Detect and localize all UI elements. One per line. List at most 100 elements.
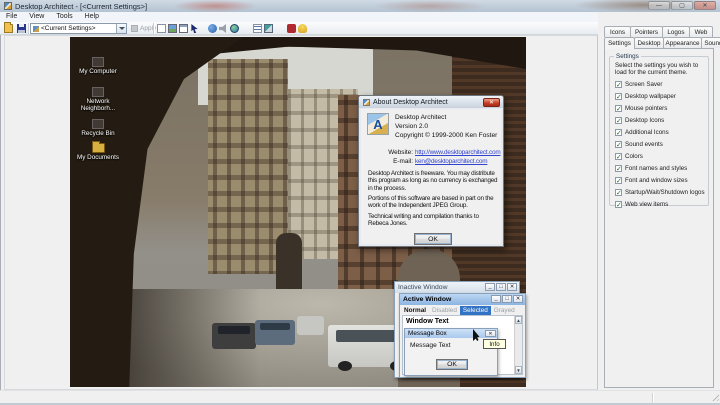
settings-panel: Icons Pointers Logos Web Settings Deskto… — [598, 12, 720, 390]
email-label: E-mail: — [363, 158, 413, 165]
photo-car-dark — [212, 323, 256, 349]
tab-pointers[interactable]: Pointers — [630, 26, 663, 37]
desktop-architect-logo: A — [367, 113, 389, 135]
tab-icons[interactable]: Icons — [604, 26, 631, 37]
theme-combo[interactable]: <Current Settings> — [30, 23, 127, 34]
desktop-icon-my-documents: My Documents — [70, 143, 126, 161]
toolbar-separator — [153, 23, 154, 34]
checkbox-mouse-pointers[interactable]: Mouse pointers — [615, 105, 705, 112]
menu-disabled[interactable]: Disabled — [429, 306, 460, 315]
message-box-ok-button[interactable]: OK — [436, 359, 468, 370]
close-button[interactable]: ✕ — [507, 283, 517, 291]
about-title: About Desktop Architect — [373, 99, 448, 106]
minimize-button[interactable]: _ — [491, 295, 501, 303]
website-label: Website: — [363, 149, 413, 156]
inactive-caption-buttons: _ □ ✕ — [484, 283, 517, 291]
maximize-button[interactable]: ▢ — [671, 1, 693, 10]
checkbox-web-view-items[interactable]: Web view items — [615, 201, 705, 208]
window-icon[interactable] — [179, 24, 188, 33]
window-titlebar[interactable]: Desktop Architect - [<Current Settings>]… — [0, 0, 720, 12]
folder-icon — [92, 143, 105, 153]
website-link[interactable]: http://www.desktoparchitect.com — [415, 149, 500, 156]
open-theme-icon[interactable] — [4, 24, 13, 33]
about-dialog[interactable]: About Desktop Architect ✕ A Desktop Arch… — [358, 95, 504, 247]
save-theme-icon[interactable] — [17, 24, 26, 33]
icons-icon[interactable] — [208, 24, 217, 33]
checkbox-startup-logos[interactable]: Startup/Wait/Shutdown logos — [615, 189, 705, 196]
toolbar-group-extra — [287, 24, 307, 33]
active-titlebar[interactable]: Active Window _ □ ✕ — [400, 294, 525, 305]
menu-help[interactable]: Help — [79, 12, 105, 22]
wallpaper-icon[interactable] — [168, 24, 177, 33]
minimize-button[interactable]: — — [648, 1, 670, 10]
inactive-title-text: Inactive Window — [398, 284, 448, 291]
checkbox-box — [615, 81, 622, 88]
resize-grip[interactable] — [710, 392, 719, 401]
tab-sounds[interactable]: Sounds — [701, 37, 720, 48]
checkbox-box — [615, 153, 622, 160]
message-box-titlebar[interactable]: Message Box — [405, 329, 497, 338]
apply-icon — [131, 25, 138, 32]
web-icon[interactable] — [230, 24, 239, 33]
checkbox-sound-events[interactable]: Sound events — [615, 141, 705, 148]
scroll-up-arrow[interactable]: ▲ — [515, 316, 522, 324]
scroll-down-arrow[interactable]: ▼ — [515, 366, 522, 374]
about-close-button[interactable]: ✕ — [483, 98, 500, 107]
pointers-icon[interactable] — [190, 24, 199, 33]
maximize-button[interactable]: □ — [502, 295, 512, 303]
desktop-architect-app: { "window": { "title": "Desktop Architec… — [0, 0, 720, 405]
about-titlebar[interactable]: About Desktop Architect — [359, 96, 503, 108]
about-body: A Desktop Architect Version 2.0 Copyrigh… — [361, 109, 501, 244]
about-ok-button[interactable]: OK — [414, 233, 452, 245]
close-button[interactable]: ✕ — [513, 295, 523, 303]
about-app-icon — [363, 99, 370, 106]
settings-list-icon[interactable] — [253, 24, 262, 33]
new-document-icon[interactable] — [157, 24, 166, 33]
my-computer-icon — [92, 57, 104, 67]
active-title-text: Active Window — [403, 296, 451, 303]
about-copyright: Copyright © 1999-2000 Ken Foster — [395, 132, 497, 139]
email-link[interactable]: ken@desktoparchitect.com — [415, 158, 487, 165]
menu-selected[interactable]: Selected — [460, 306, 491, 315]
checkbox-font-window-sizes[interactable]: Font and window sizes — [615, 177, 705, 184]
photo-car-blue — [255, 320, 295, 345]
checkbox-colors[interactable]: Colors — [615, 153, 705, 160]
minimize-button[interactable]: _ — [485, 283, 495, 291]
checkbox-font-names-styles[interactable]: Font names and styles — [615, 165, 705, 172]
desktop-icon-recycle-bin: Recycle Bin — [70, 119, 126, 137]
menu-view[interactable]: View — [23, 12, 50, 22]
checkbox-screen-saver[interactable]: Screen Saver — [615, 81, 705, 88]
preview-scrollbar[interactable]: ▲ ▼ — [514, 316, 522, 374]
message-box-close-button[interactable]: ✕ — [485, 330, 496, 337]
menu-tools[interactable]: Tools — [50, 12, 78, 22]
combo-dropdown-arrow[interactable] — [116, 24, 126, 33]
appearance-icon[interactable] — [264, 24, 273, 33]
network-neighborhood-icon — [92, 87, 104, 97]
settings-checkbox-list: Screen Saver Desktop wallpaper Mouse poi… — [615, 81, 705, 213]
checkbox-additional-icons[interactable]: Additional Icons — [615, 129, 705, 136]
maximize-button[interactable]: □ — [496, 283, 506, 291]
checkbox-box — [615, 189, 622, 196]
tab-settings[interactable]: Settings — [604, 37, 635, 49]
menu-normal[interactable]: Normal — [401, 306, 429, 315]
checkbox-desktop-wallpaper[interactable]: Desktop wallpaper — [615, 93, 705, 100]
tab-logos[interactable]: Logos — [662, 26, 690, 37]
tab-desktop[interactable]: Desktop — [634, 37, 664, 48]
close-button[interactable]: ✕ — [694, 1, 716, 10]
tab-appearance[interactable]: Appearance — [663, 37, 702, 48]
message-box-preview[interactable]: Message Box ✕ Message Text OK — [404, 328, 498, 376]
menu-file[interactable]: File — [0, 12, 23, 22]
checkbox-box — [615, 93, 622, 100]
logos-icon[interactable] — [287, 24, 296, 33]
help-icon[interactable] — [298, 24, 307, 33]
menu-grayed[interactable]: Grayed — [491, 306, 518, 315]
toolbar-group-media — [208, 24, 239, 33]
sounds-icon[interactable] — [219, 24, 228, 33]
checkbox-box — [615, 129, 622, 136]
status-bar — [0, 390, 720, 405]
checkbox-desktop-icons[interactable]: Desktop Icons — [615, 117, 705, 124]
toolbar-group-file — [157, 24, 199, 33]
inactive-titlebar[interactable]: Inactive Window _ □ ✕ — [395, 282, 519, 293]
tab-web[interactable]: Web — [689, 26, 713, 37]
about-email-row: E-mail: ken@desktoparchitect.com — [363, 158, 499, 165]
